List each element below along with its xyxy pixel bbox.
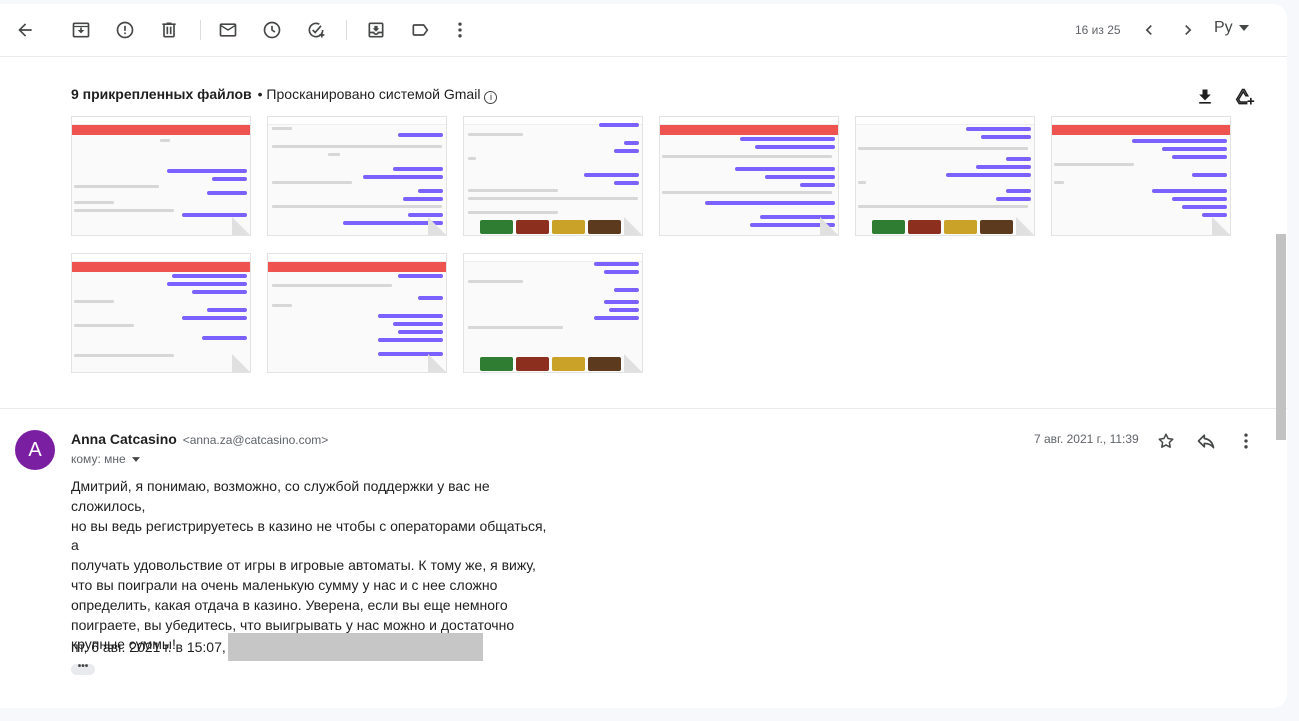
scanned-label: • Просканировано системой Gmail bbox=[257, 86, 481, 102]
save-to-drive-button[interactable] bbox=[1230, 82, 1260, 112]
toolbar-divider bbox=[200, 20, 201, 40]
download-all-button[interactable] bbox=[1190, 82, 1220, 112]
star-icon bbox=[1158, 433, 1174, 448]
sender-line: Anna Catcasino <anna.za@catcasino.com> bbox=[71, 431, 328, 447]
delete-icon bbox=[162, 22, 176, 38]
attachment-thumbnail[interactable] bbox=[463, 253, 643, 373]
label-icon bbox=[412, 24, 429, 36]
body-line: но вы ведь регистрируетесь в казино не ч… bbox=[71, 517, 547, 554]
next-message-button[interactable] bbox=[1168, 10, 1208, 50]
sender-name[interactable]: Anna Catcasino bbox=[71, 431, 177, 447]
body-line: что вы поиграли на очень маленькую сумму… bbox=[71, 576, 498, 593]
more-options-button[interactable] bbox=[440, 10, 480, 50]
show-trimmed-content-button[interactable]: ••• bbox=[71, 662, 95, 675]
attachment-thumbnail[interactable] bbox=[1051, 116, 1231, 236]
more-vert-icon bbox=[458, 22, 462, 38]
back-icon bbox=[18, 23, 32, 37]
toolbar-divider bbox=[346, 20, 347, 40]
caret-down-icon bbox=[131, 456, 140, 462]
report-spam-button[interactable] bbox=[105, 10, 145, 50]
archive-button[interactable] bbox=[61, 10, 101, 50]
thumb-header-bar bbox=[72, 125, 250, 135]
recipient-label: кому: мне bbox=[71, 452, 126, 466]
message-date: 7 авг. 2021 г., 11:39 bbox=[1034, 432, 1139, 446]
thumb-header-bar bbox=[660, 125, 838, 135]
game-tiles bbox=[872, 220, 1013, 234]
scrollbar-thumb[interactable] bbox=[1276, 234, 1286, 440]
attachments-actions bbox=[1190, 82, 1260, 112]
attachments-count: 9 прикрепленных файлов bbox=[71, 86, 252, 102]
add-to-drive-icon bbox=[1235, 88, 1255, 105]
message-body: Дмитрий, я понимаю, возможно, со службой… bbox=[71, 477, 551, 655]
sender-email: <anna.za@catcasino.com> bbox=[182, 433, 329, 447]
reply-icon bbox=[1197, 434, 1215, 449]
quoted-header: пт, 6 авг. 2021 г. в 15:07, bbox=[71, 633, 483, 661]
input-language-select[interactable]: Ру bbox=[1214, 19, 1249, 37]
snooze-icon bbox=[263, 21, 281, 39]
info-icon[interactable]: i bbox=[484, 91, 498, 104]
message-actions bbox=[1150, 425, 1262, 457]
move-to-icon bbox=[368, 22, 384, 38]
label-button[interactable] bbox=[400, 10, 440, 50]
body-line: Дмитрий, я понимаю, возможно, со службой… bbox=[71, 478, 490, 514]
star-button[interactable] bbox=[1150, 425, 1182, 457]
email-view: 16 из 25 Ру 9 прикрепленных файлов • Прос… bbox=[0, 4, 1287, 708]
more-vert-icon bbox=[1244, 433, 1248, 449]
game-tiles bbox=[480, 357, 621, 371]
add-task-button[interactable] bbox=[296, 10, 336, 50]
chevron-left-icon bbox=[1145, 25, 1152, 35]
thumb-header-bar bbox=[268, 262, 446, 272]
attachment-thumbnail[interactable] bbox=[71, 116, 251, 236]
recipient-details[interactable]: кому: мне bbox=[71, 452, 140, 466]
thumb-header-bar bbox=[72, 262, 250, 272]
avatar[interactable]: A bbox=[15, 430, 55, 470]
archive-icon bbox=[72, 22, 90, 38]
report-spam-icon bbox=[116, 21, 134, 39]
prev-message-button[interactable] bbox=[1129, 10, 1169, 50]
download-icon bbox=[1199, 89, 1211, 104]
quote-intro: пт, 6 авг. 2021 г. в 15:07, bbox=[71, 639, 226, 655]
delete-button[interactable] bbox=[149, 10, 189, 50]
snooze-button[interactable] bbox=[252, 10, 292, 50]
caret-down-icon bbox=[1238, 25, 1249, 31]
attachment-thumbnail[interactable] bbox=[267, 116, 447, 236]
move-to-button[interactable] bbox=[356, 10, 396, 50]
message-divider bbox=[0, 408, 1287, 409]
message-counter: 16 из 25 bbox=[1075, 23, 1121, 37]
game-tiles bbox=[480, 220, 621, 234]
chevron-right-icon bbox=[1185, 25, 1192, 35]
back-button[interactable] bbox=[5, 10, 45, 50]
toolbar-divider-line bbox=[0, 56, 1287, 57]
mark-unread-icon bbox=[219, 23, 237, 37]
attachment-thumbnail[interactable] bbox=[71, 253, 251, 373]
add-task-icon bbox=[308, 22, 325, 38]
attachment-thumbnail[interactable] bbox=[463, 116, 643, 236]
message-more-button[interactable] bbox=[1230, 425, 1262, 457]
attachments-header: 9 прикрепленных файлов • Просканировано с… bbox=[71, 86, 498, 104]
redacted-block bbox=[227, 633, 483, 661]
attachment-thumbnail[interactable] bbox=[267, 253, 447, 373]
reply-button[interactable] bbox=[1190, 425, 1222, 457]
body-line: получать удовольствие от игры в игровые … bbox=[71, 557, 536, 574]
email-toolbar: 16 из 25 Ру bbox=[0, 4, 1287, 56]
thumb-header-bar bbox=[1052, 125, 1230, 135]
attachment-thumbnail[interactable] bbox=[855, 116, 1035, 236]
mark-unread-button[interactable] bbox=[208, 10, 248, 50]
attachment-thumbnail[interactable] bbox=[659, 116, 839, 236]
language-label: Ру bbox=[1214, 19, 1233, 36]
body-line: определить, какая отдача в казино. Увере… bbox=[71, 596, 508, 613]
